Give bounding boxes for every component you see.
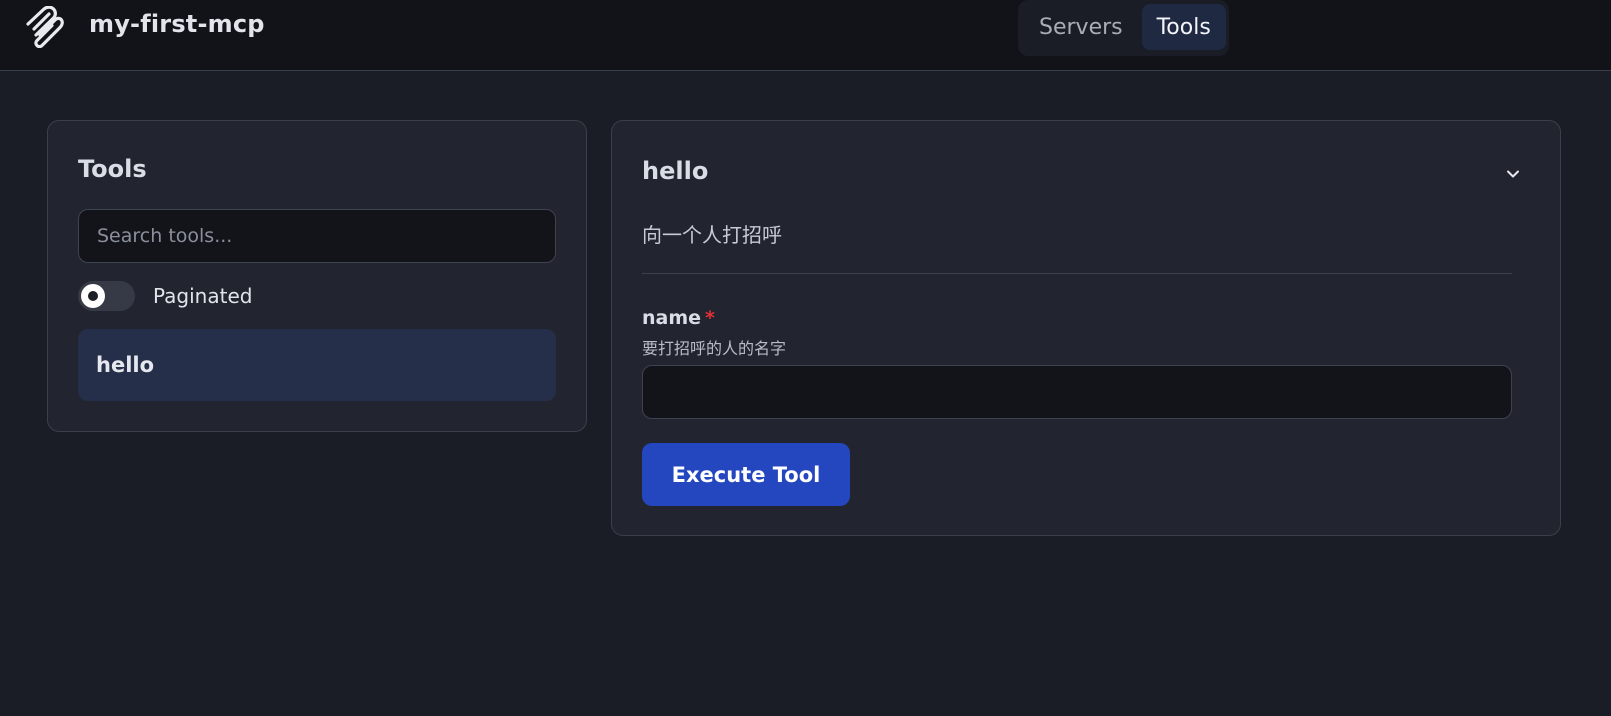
required-marker: * — [705, 307, 715, 329]
top-bar: my-first-mcp Servers Tools — [0, 0, 1611, 71]
chevron-down-icon[interactable] — [1502, 163, 1524, 185]
search-tools-input[interactable] — [78, 209, 556, 263]
param-description: 要打招呼的人的名字 — [642, 339, 787, 358]
tool-detail-panel: hello 向一个人打招呼 name * 要打招呼的人的名字 Execute To… — [611, 120, 1561, 536]
param-name-text: name — [642, 307, 702, 329]
app-title: my-first-mcp — [89, 10, 265, 38]
divider — [642, 273, 1512, 274]
tool-name-title: hello — [642, 157, 709, 185]
tools-list-panel: Tools Paginated hello — [47, 120, 587, 432]
paperclip-icon — [24, 5, 64, 49]
tool-list-item-hello[interactable]: hello — [78, 329, 556, 401]
name-param-input[interactable] — [642, 365, 1512, 419]
param-name-label: name * — [642, 307, 715, 329]
paginated-toggle-row: Paginated — [78, 281, 252, 311]
tab-servers[interactable]: Servers — [1024, 4, 1138, 50]
toggle-knob — [81, 284, 105, 308]
tool-description: 向一个人打招呼 — [642, 223, 782, 247]
tab-tools[interactable]: Tools — [1141, 4, 1226, 50]
main-tabs: Servers Tools — [1018, 0, 1229, 56]
execute-tool-button[interactable]: Execute Tool — [642, 443, 850, 506]
paginated-label: Paginated — [153, 284, 253, 308]
paginated-toggle[interactable] — [78, 281, 135, 311]
tools-heading: Tools — [78, 155, 147, 183]
